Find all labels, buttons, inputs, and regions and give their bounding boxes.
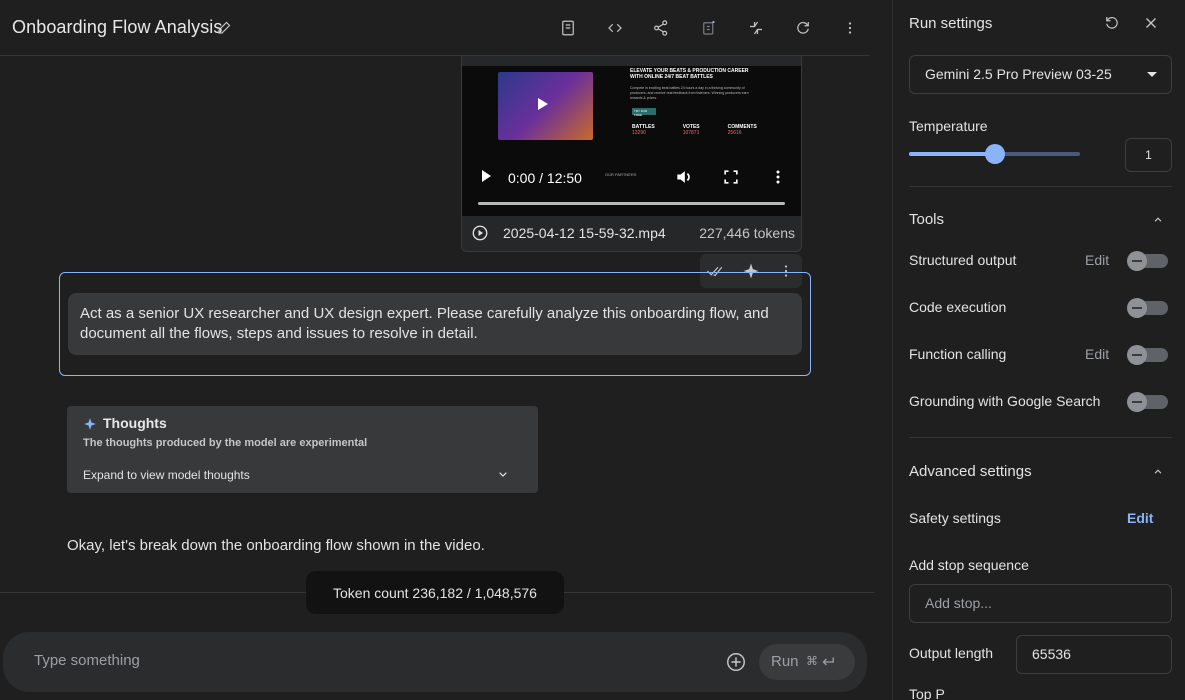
run-label: Run (771, 653, 799, 670)
video-meta: 2025-04-12 15-59-32.mp4 227,446 tokens (462, 216, 801, 251)
reset-settings-icon[interactable] (1103, 14, 1123, 34)
video-player[interactable]: ELEVATE YOUR BEATS & PRODUCTION CAREER W… (462, 66, 801, 216)
thoughts-subtitle: The thoughts produced by the model are e… (83, 437, 368, 449)
code-execution-label: Code execution (909, 299, 1007, 315)
token-count-badge: Token count 236,182 / 1,048,576 (306, 571, 564, 614)
function-calling-edit[interactable]: Edit (1085, 346, 1109, 362)
model-select[interactable]: Gemini 2.5 Pro Preview 03-25 (909, 55, 1172, 94)
video-body-text: Compete in exciting beat battles 24 hour… (630, 86, 749, 100)
thoughts-sparkle-icon (83, 417, 97, 431)
thoughts-expand-link[interactable]: Expand to view model thoughts (83, 468, 250, 482)
structured-output-toggle[interactable] (1127, 251, 1168, 271)
edit-title-icon[interactable] (216, 18, 236, 38)
run-settings-title: Run settings (909, 15, 993, 32)
run-settings-panel: Run settings Gemini 2.5 Pro Preview 03-2… (892, 0, 1185, 700)
more-vert-icon[interactable] (838, 16, 862, 40)
code-execution-toggle[interactable] (1127, 298, 1168, 318)
stop-sequence-label: Add stop sequence (909, 557, 1029, 573)
chat-pane: Onboarding Flow Analysis ELEVATE YOUR BE… (0, 0, 875, 700)
chevron-up-icon[interactable] (1151, 213, 1165, 227)
thoughts-title: Thoughts (103, 415, 167, 431)
model-select-value: Gemini 2.5 Pro Preview 03-25 (925, 66, 1112, 82)
run-button[interactable]: Run ⌘ (759, 644, 855, 680)
temperature-slider-thumb[interactable] (985, 144, 1005, 164)
structured-output-edit[interactable]: Edit (1085, 252, 1109, 268)
video-time: 0:00 / 12:50 (508, 170, 582, 186)
model-reply-text: Okay, let's break down the onboarding fl… (67, 537, 485, 554)
safety-settings-edit-button[interactable]: Edit (1127, 510, 1153, 526)
output-length-input[interactable]: 65536 (1016, 635, 1172, 674)
video-cta: TRY FOR FREE (632, 108, 656, 117)
video-attachment: ELEVATE YOUR BEATS & PRODUCTION CAREER W… (461, 56, 802, 252)
close-icon[interactable] (1142, 14, 1162, 34)
play-icon[interactable] (482, 170, 491, 182)
video-more-icon[interactable] (768, 167, 788, 187)
temperature-slider[interactable] (909, 144, 1080, 164)
user-message[interactable]: Act as a senior UX researcher and UX des… (59, 272, 811, 376)
function-calling-toggle[interactable] (1127, 345, 1168, 365)
video-filename: 2025-04-12 15-59-32.mp4 (503, 225, 666, 241)
video-thumbnail-image (498, 72, 593, 140)
grounding-label: Grounding with Google Search (909, 393, 1101, 409)
dropdown-arrow-icon (1147, 72, 1157, 77)
video-token-count: 227,446 tokens (699, 225, 795, 241)
temperature-slider-fill (909, 152, 995, 156)
top-bar: Onboarding Flow Analysis (0, 0, 870, 56)
enter-key-icon (819, 653, 837, 671)
divider (909, 186, 1172, 187)
chevron-down-icon[interactable] (495, 466, 511, 482)
composer: Type something Run ⌘ (3, 632, 867, 692)
video-headline: ELEVATE YOUR BEATS & PRODUCTION CAREER W… (630, 68, 749, 80)
video-file-icon (471, 224, 489, 242)
temperature-input[interactable]: 1 (1125, 138, 1172, 172)
command-key-icon: ⌘ (806, 654, 818, 668)
refresh-icon[interactable] (791, 16, 815, 40)
top-p-label: Top P (909, 686, 945, 700)
function-calling-label: Function calling (909, 346, 1007, 362)
fullscreen-icon[interactable] (721, 167, 741, 187)
safety-settings-label: Safety settings (909, 510, 1001, 526)
compare-icon[interactable] (697, 16, 721, 40)
grounding-toggle[interactable] (1127, 392, 1168, 412)
chevron-up-icon[interactable] (1151, 465, 1165, 479)
structured-output-label: Structured output (909, 252, 1017, 268)
thoughts-panel: Thoughts The thoughts produced by the mo… (67, 406, 538, 493)
output-length-label: Output length (909, 645, 994, 661)
tools-section-title[interactable]: Tools (909, 211, 944, 228)
divider (909, 437, 1172, 438)
video-controls: 0:00 / 12:50 (462, 162, 801, 192)
compress-icon[interactable] (744, 16, 768, 40)
code-icon[interactable] (603, 16, 627, 40)
save-icon[interactable] (556, 16, 580, 40)
volume-icon[interactable] (674, 167, 694, 187)
stop-sequence-input[interactable]: Add stop... (909, 584, 1172, 623)
advanced-settings-title[interactable]: Advanced settings (909, 463, 1032, 480)
share-icon[interactable] (649, 16, 673, 40)
prompt-input[interactable]: Type something (34, 652, 140, 669)
page-title: Onboarding Flow Analysis (12, 17, 223, 37)
temperature-label: Temperature (909, 118, 988, 134)
add-media-icon[interactable] (725, 651, 747, 673)
user-message-text: Act as a senior UX researcher and UX des… (68, 293, 802, 355)
video-stats: BATTLES 13290 VOTES 107871 COMMENTS 25616 (632, 124, 757, 136)
video-progress-bar[interactable] (478, 202, 785, 205)
